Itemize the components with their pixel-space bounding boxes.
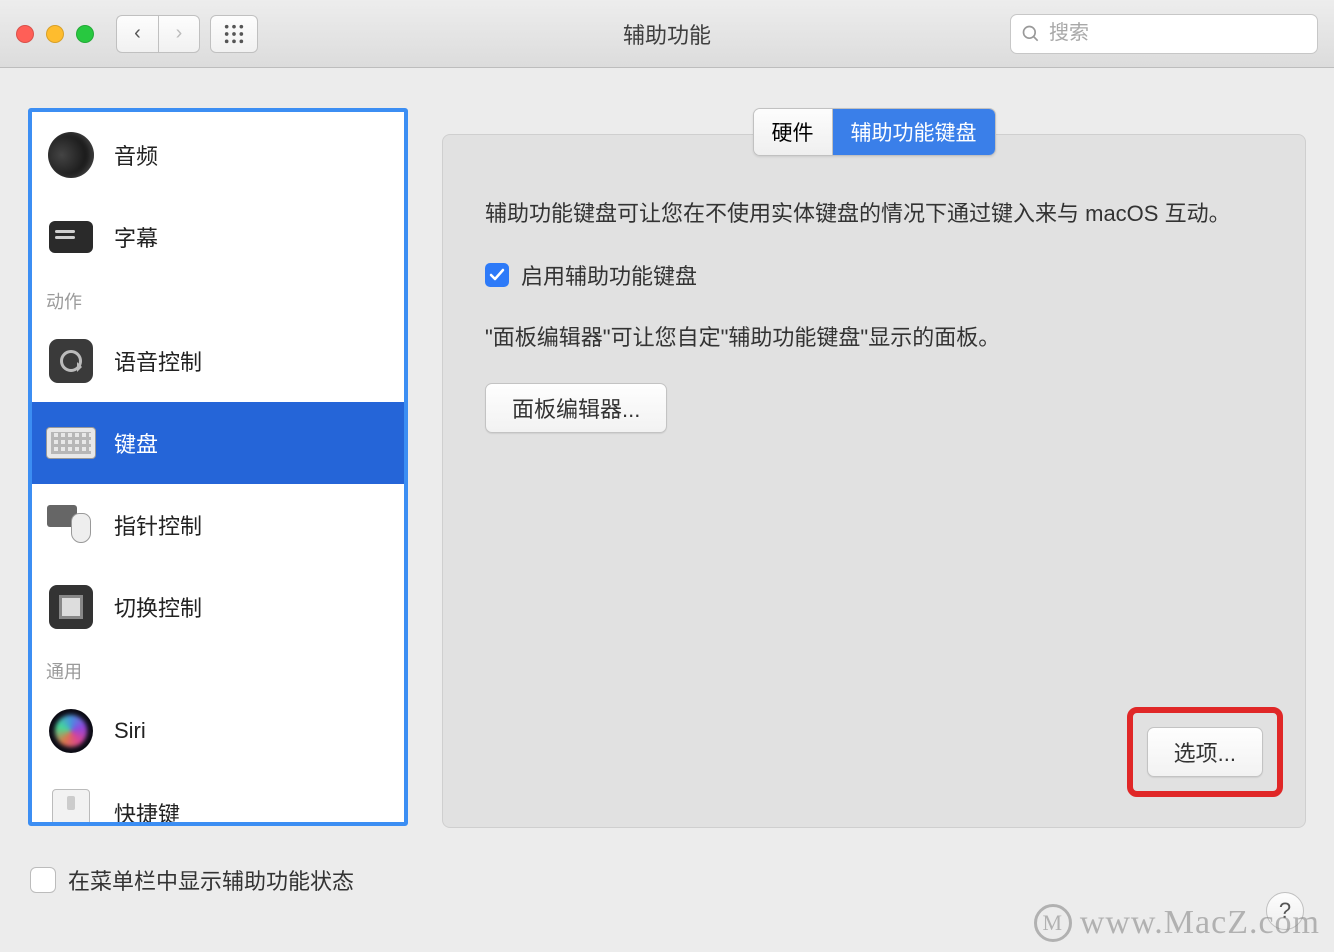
options-highlight: 选项... (1127, 707, 1283, 797)
checkmark-icon (489, 267, 505, 283)
sidebar-item-audio[interactable]: 音频 (32, 114, 404, 196)
sidebar-item-label: 指针控制 (114, 509, 202, 541)
voice-control-icon (44, 334, 98, 388)
sidebar-item-label: 切换控制 (114, 591, 202, 623)
sidebar-item-pointer-control[interactable]: 指针控制 (32, 484, 404, 566)
sidebar-item-switch-control[interactable]: 切换控制 (32, 566, 404, 648)
sidebar-item-label: 字幕 (114, 221, 158, 253)
tab-accessibility-keyboard[interactable]: 辅助功能键盘 (833, 109, 995, 155)
sidebar-item-label: 语音控制 (114, 345, 202, 377)
pointer-icon (44, 498, 98, 552)
show-all-button[interactable] (210, 15, 258, 53)
zoom-window-button[interactable] (76, 25, 94, 43)
close-window-button[interactable] (16, 25, 34, 43)
sidebar-header-general: 通用 (32, 648, 404, 690)
enable-keyboard-row: 启用辅助功能键盘 (485, 259, 1263, 291)
forward-button[interactable]: › (158, 15, 200, 53)
chevron-right-icon: › (176, 22, 183, 45)
help-button[interactable]: ? (1266, 892, 1304, 930)
tab-row: 硬件 辅助功能键盘 (442, 108, 1306, 156)
enable-keyboard-checkbox[interactable] (485, 263, 509, 287)
footer-row: 在菜单栏中显示辅助功能状态 (0, 848, 1334, 912)
tab-control: 硬件 辅助功能键盘 (753, 108, 996, 156)
grid-icon (223, 23, 245, 45)
nav-buttons: ‹ › (116, 15, 200, 53)
sidebar-header-actions: 动作 (32, 278, 404, 320)
enable-keyboard-label: 启用辅助功能键盘 (521, 259, 697, 291)
search-wrap (1010, 14, 1318, 54)
speaker-icon (44, 128, 98, 182)
menubar-status-label: 在菜单栏中显示辅助功能状态 (68, 864, 354, 896)
minimize-window-button[interactable] (46, 25, 64, 43)
back-button[interactable]: ‹ (116, 15, 158, 53)
sidebar-item-shortcut[interactable]: 快捷键 (32, 772, 404, 826)
sidebar[interactable]: 音频 字幕 动作 语音控制 键盘 指针控制 切换控制 通用 Siri (28, 108, 408, 826)
shortcut-icon (44, 786, 98, 826)
window-title: 辅助功能 (623, 18, 711, 50)
sidebar-item-label: Siri (114, 718, 146, 744)
sidebar-item-label: 音频 (114, 139, 158, 171)
sidebar-item-captions[interactable]: 字幕 (32, 196, 404, 278)
main-panel: 硬件 辅助功能键盘 辅助功能键盘可让您在不使用实体键盘的情况下通过键入来与 ma… (442, 108, 1306, 828)
sidebar-item-keyboard[interactable]: 键盘 (32, 402, 404, 484)
content: 音频 字幕 动作 语音控制 键盘 指针控制 切换控制 通用 Siri (0, 68, 1334, 848)
caption-icon (44, 210, 98, 264)
options-button[interactable]: 选项... (1147, 727, 1263, 777)
menubar-status-checkbox[interactable] (30, 867, 56, 893)
keyboard-icon (44, 416, 98, 470)
sidebar-item-voice-control[interactable]: 语音控制 (32, 320, 404, 402)
search-input[interactable] (1010, 14, 1318, 54)
siri-icon (44, 704, 98, 758)
panel-editor-button[interactable]: 面板编辑器... (485, 383, 667, 433)
toolbar: ‹ › 辅助功能 (0, 0, 1334, 68)
panel-body: 辅助功能键盘可让您在不使用实体键盘的情况下通过键入来与 macOS 互动。 启用… (442, 134, 1306, 828)
sidebar-item-label: 快捷键 (114, 797, 180, 826)
traffic-lights (16, 25, 94, 43)
keyboard-description: 辅助功能键盘可让您在不使用实体键盘的情况下通过键入来与 macOS 互动。 (485, 197, 1263, 231)
chevron-left-icon: ‹ (134, 22, 141, 45)
sidebar-item-siri[interactable]: Siri (32, 690, 404, 772)
question-icon: ? (1279, 898, 1291, 924)
panel-editor-description: "面板编辑器"可让您自定"辅助功能键盘"显示的面板。 (485, 321, 1263, 355)
sidebar-item-label: 键盘 (114, 427, 158, 459)
switch-control-icon (44, 580, 98, 634)
tab-hardware[interactable]: 硬件 (754, 109, 833, 155)
